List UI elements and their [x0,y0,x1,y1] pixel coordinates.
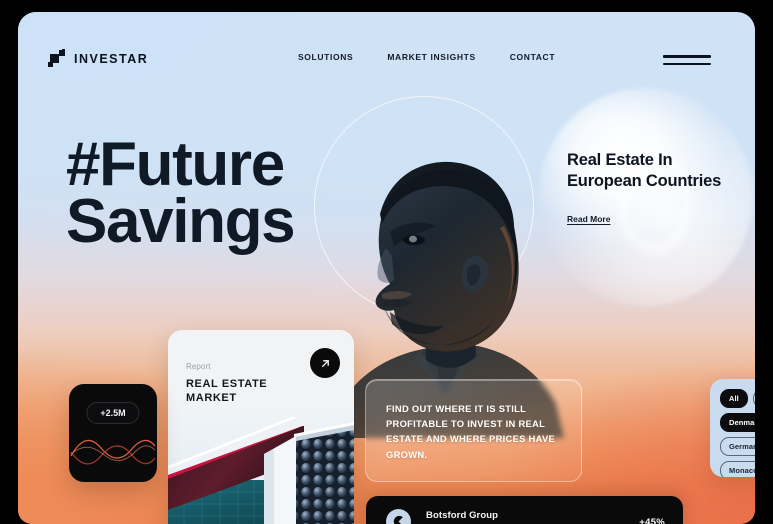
hamburger-menu-icon[interactable] [663,52,711,68]
architecture-photo [168,414,354,524]
filter-chip-all[interactable]: All [720,389,748,408]
site-header: INVESTAR SOLUTIONS MARKET INSIGHTS CONTA… [18,12,755,86]
right-headline-block: Real Estate In European Countries Read M… [567,150,742,227]
brand-name: INVESTAR [74,51,149,66]
quote-change-badge: +45% [639,517,665,524]
filter-chip-france[interactable]: France [752,389,755,408]
country-filter-panel: All France Denmark Germany Italy Monaco … [710,379,755,477]
wave-line-chart-icon [70,439,156,465]
company-avatar-icon [386,509,411,524]
read-more-link[interactable]: Read More [567,214,610,224]
brand-logo[interactable]: INVESTAR [48,49,149,67]
main-navigation: SOLUTIONS MARKET INSIGHTS CONTACT [298,52,555,62]
nav-item-contact[interactable]: CONTACT [510,52,555,62]
report-card[interactable]: Report REAL ESTATE MARKET [168,330,354,524]
glass-info-card: FIND OUT WHERE IT IS STILL PROFITABLE TO… [365,379,582,482]
hero-title-line-2: Savings [66,187,296,257]
filter-chip-list: All France Denmark Germany Italy Monaco … [720,389,755,477]
nav-item-market-insights[interactable]: MARKET INSIGHTS [387,52,475,62]
filter-chip-monaco[interactable]: Monaco [720,461,755,477]
pixel-squares-logo-icon [48,49,65,67]
right-headline-title: Real Estate In European Countries [567,151,722,191]
filter-chip-denmark[interactable]: Denmark [720,413,755,432]
landing-page: INVESTAR SOLUTIONS MARKET INSIGHTS CONTA… [18,12,755,524]
report-card-eyebrow: Report [186,362,211,371]
report-card-title: REAL ESTATE MARKET [186,378,268,405]
stat-card[interactable]: +2.5M [69,384,157,482]
filter-chip-germany[interactable]: Germany [720,437,755,456]
glass-card-text: FIND OUT WHERE IT IS STILL PROFITABLE TO… [386,403,556,460]
stat-badge: +2.5M [86,402,140,424]
hero-title: #Future Savings [66,134,296,257]
nav-item-solutions[interactable]: SOLUTIONS [298,52,353,62]
arrow-up-right-icon[interactable] [310,348,340,378]
quote-company-name: Botsford Group [426,510,499,521]
screenshot-frame: INVESTAR SOLUTIONS MARKET INSIGHTS CONTA… [0,0,773,524]
stock-quote-card[interactable]: Botsford Group 280 $ / share +45% [366,496,683,524]
